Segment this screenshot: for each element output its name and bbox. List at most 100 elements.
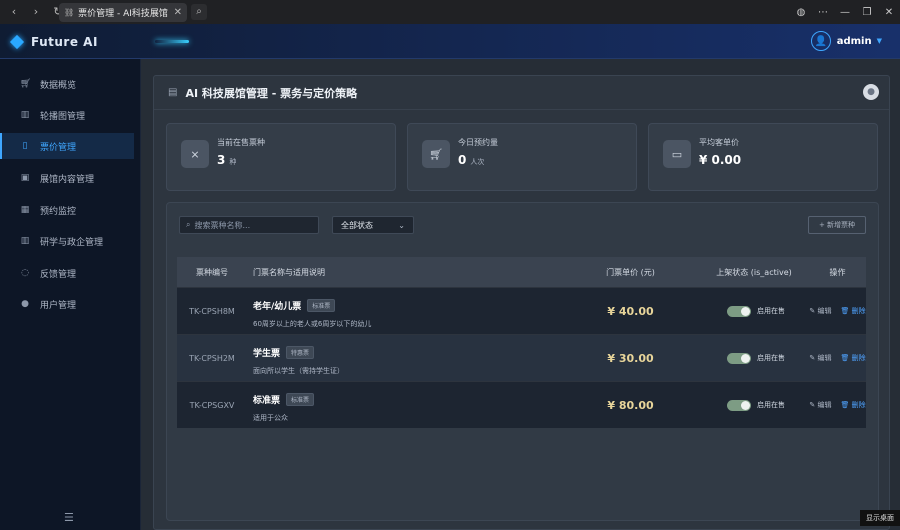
restore-icon[interactable]: ❐ [856, 7, 878, 18]
ticket-code: TK-CPSH2M [189, 353, 235, 363]
ticket-name: 学生票 [253, 348, 281, 359]
ticket-code: TK-CPSGXV [189, 400, 235, 410]
pencil-icon: ✎ [809, 307, 816, 315]
minimize-icon[interactable]: — [834, 7, 856, 18]
ticket-management-card: ▤ AI 科技展馆管理 - 票务与定价策略 ● ⨯ 当前在售票种 3种 🛒︎ 今… [153, 75, 890, 530]
toggle-switch[interactable] [727, 399, 751, 411]
close-tab-icon[interactable]: ✕ [174, 7, 182, 18]
status-filter-select[interactable]: 全部状态 ⌄ [332, 216, 414, 234]
toggle-switch[interactable] [727, 305, 751, 317]
sidebar-item-label: 研学与政企管理 [40, 237, 104, 248]
page-title: AI 科技展馆管理 - 票务与定价策略 [185, 86, 358, 100]
col-code: 票种编号 [196, 267, 228, 277]
header-glow-line [155, 40, 189, 43]
app-header: Future AI 👤 admin ▼ [0, 24, 900, 59]
ticket-tag: 标准票 [286, 392, 315, 406]
ticket-tag: 特惠票 [286, 345, 315, 359]
table-header: 票种编号 门票名称与适用说明 门票单价 (元) 上架状态 (is_active)… [177, 257, 866, 287]
edit-button[interactable]: ✎ 编辑 [809, 353, 831, 363]
add-ticket-button[interactable]: + 新增票种 [808, 216, 866, 234]
sidebar-item-carousel[interactable]: ▥ 轮播图管理 [0, 102, 134, 128]
forward-icon[interactable]: › [28, 4, 44, 20]
folder-icon: ▭ [663, 140, 691, 168]
stat-card-average-price: ▭ 平均客单价 ¥ 0.00 [648, 123, 878, 191]
ticket-price: ¥ 40.00 [607, 304, 654, 318]
toggle-switch[interactable] [727, 352, 751, 364]
delete-button[interactable]: 🗑︎ 删除 [840, 306, 865, 316]
table-row: TK-CPSH2M 学生票 特惠票 面向所以学生（需持学生证） ¥ 30.00 启… [177, 334, 866, 381]
stat-label: 今日预约量 [458, 138, 498, 147]
card-header: ▤ AI 科技展馆管理 - 票务与定价策略 ● [154, 76, 889, 110]
sidebar-item-users[interactable]: ● 用户管理 [0, 291, 134, 317]
sidebar-item-bookings[interactable]: ▦ 预约监控 [0, 197, 134, 223]
tab-search-icon[interactable]: ⌕ [191, 4, 207, 20]
user-menu[interactable]: 👤 admin ▼ [810, 31, 882, 51]
row-actions: ✎ 编辑 🗑︎ 删除 [809, 306, 866, 316]
ticket-name: 标准票 [253, 395, 281, 406]
tab-title: 票价管理 - AI科技展馆 [78, 9, 168, 19]
search-input[interactable]: ⌕ 搜索票种名称... [179, 216, 319, 234]
calendar-icon: ▦ [20, 205, 30, 215]
delete-button[interactable]: 🗑︎ 删除 [840, 400, 865, 410]
avatar[interactable]: ● [863, 84, 879, 100]
image-icon: ▣ [20, 173, 30, 183]
status-label: 启用在售 [757, 354, 785, 362]
search-icon: ⌕ [186, 220, 191, 229]
ticket-tag: 标准票 [307, 298, 336, 312]
globe-icon[interactable]: ◍ [790, 7, 812, 18]
edit-button[interactable]: ✎ 编辑 [809, 306, 831, 316]
stat-label: 当前在售票种 [217, 138, 265, 147]
brand-name: Future AI [31, 35, 98, 49]
stat-value: ¥ 0.00 [699, 153, 742, 167]
collapse-menu-icon[interactable]: ☰ [64, 511, 74, 524]
brand-logo[interactable]: Future AI [9, 34, 98, 50]
sidebar-item-label: 用户管理 [40, 300, 77, 311]
sidebar-item-feedback[interactable]: ◌ 反馈管理 [0, 260, 134, 286]
link-icon: ⛓ [64, 8, 75, 17]
row-actions: ✎ 编辑 🗑︎ 删除 [809, 400, 866, 410]
building-icon: ▥ [20, 110, 30, 120]
row-actions: ✎ 编辑 🗑︎ 删除 [809, 353, 866, 363]
sidebar-item-tickets[interactable]: ▯ 票价管理 [0, 133, 134, 159]
sidebar-item-label: 票价管理 [40, 142, 77, 153]
close-icon[interactable]: ✕ [878, 7, 900, 18]
trash-icon: 🗑︎ [840, 307, 850, 315]
cart-icon: 🛒︎ [422, 140, 450, 168]
user-icon: ● [21, 299, 29, 309]
ticket-info: 学生票 特惠票 面向所以学生（需持学生证） [247, 341, 562, 376]
sidebar-item-dashboard[interactable]: 🛒︎ 数据概览 [0, 71, 134, 97]
status-toggle[interactable]: 启用在售 [699, 352, 809, 364]
chevron-down-icon: ▼ [876, 37, 882, 45]
cart-icon: 🛒︎ [20, 79, 32, 89]
status-label: 启用在售 [757, 307, 785, 315]
edit-button[interactable]: ✎ 编辑 [809, 400, 831, 410]
sidebar-item-exhibits[interactable]: ▣ 展馆内容管理 [0, 165, 134, 191]
document-icon: ▤ [168, 87, 178, 98]
table-row: TK-CPSH8M 老年/幼儿票 标准票 60周岁以上的老人或6周岁以下的幼儿 ¥… [177, 287, 866, 334]
more-icon[interactable]: ⋯ [812, 7, 834, 18]
ticket-table: 票种编号 门票名称与适用说明 门票单价 (元) 上架状态 (is_active)… [177, 257, 866, 428]
diamond-icon [9, 34, 25, 50]
ticket-price: ¥ 80.00 [607, 398, 654, 412]
col-name: 门票名称与适用说明 [253, 267, 325, 277]
ticket-icon: ▯ [22, 141, 28, 151]
stat-card-bookings: 🛒︎ 今日预约量 0 人次 [407, 123, 637, 191]
status-toggle[interactable]: 启用在售 [699, 305, 809, 317]
ticket-name: 老年/幼儿票 [253, 301, 302, 312]
trash-icon: 🗑︎ [840, 354, 850, 362]
show-desktop-button[interactable]: 显示桌面 [860, 510, 900, 526]
stat-value: 0 人次 [458, 153, 485, 167]
stat-card-tickets: ⨯ 当前在售票种 3种 [166, 123, 396, 191]
status-toggle[interactable]: 启用在售 [699, 399, 809, 411]
browser-tab[interactable]: ⛓ 票价管理 - AI科技展馆 ✕ [59, 3, 187, 22]
ticket-desc: 适用于公众 [253, 413, 288, 422]
ticket-price: ¥ 30.00 [607, 351, 654, 365]
back-icon[interactable]: ‹ [6, 4, 22, 20]
sidebar-item-label: 数据概览 [40, 80, 77, 91]
table-row: TK-CPSGXV 标准票 标准票 适用于公众 ¥ 80.00 启用在售 ✎ 编辑… [177, 381, 866, 428]
sidebar-item-label: 轮播图管理 [40, 111, 86, 122]
sidebar-item-study[interactable]: ▥ 研学与政企管理 [0, 228, 134, 254]
col-actions: 操作 [829, 267, 846, 277]
delete-button[interactable]: 🗑︎ 删除 [840, 353, 865, 363]
status-filter-value: 全部状态 [341, 220, 373, 230]
